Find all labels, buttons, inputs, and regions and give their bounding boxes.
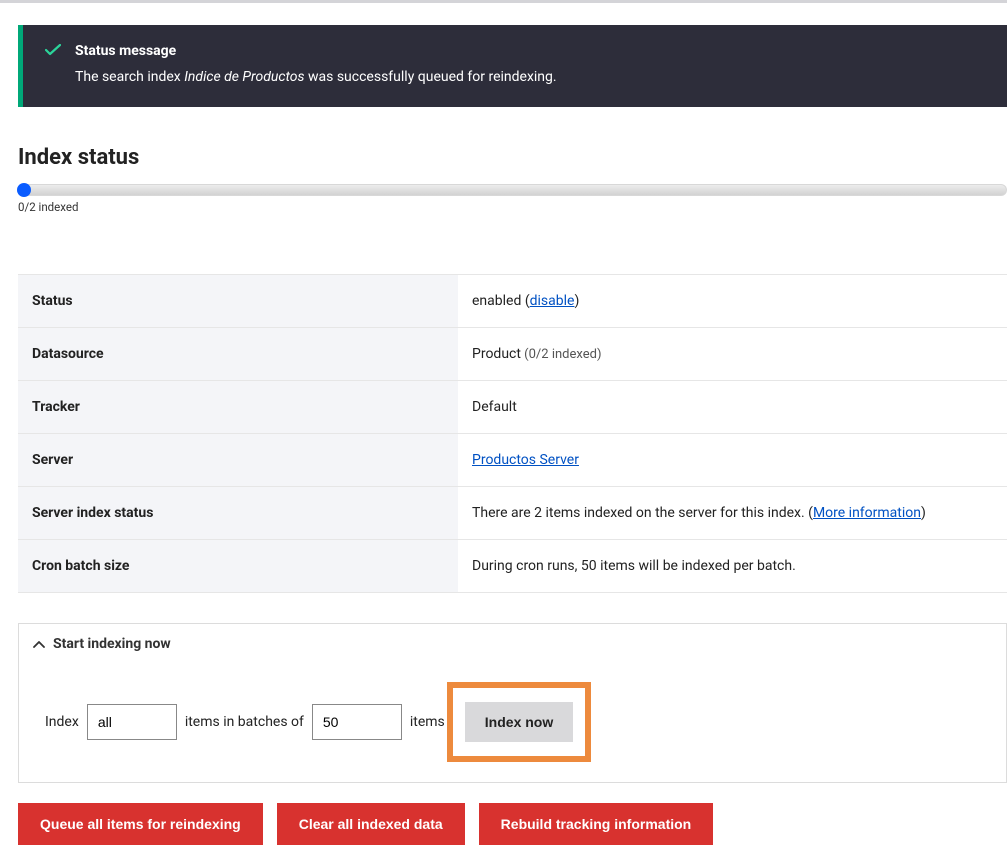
queue-all-button[interactable]: Queue all items for reindexing [18,803,263,845]
datasource-count: (0/2 indexed) [521,347,602,362]
label-batches: items in batches of [185,714,304,730]
table-row: Server Productos Server [18,434,1007,487]
progress-label: 0/2 indexed [18,200,1007,214]
row-label-datasource: Datasource [18,328,458,381]
row-label-status: Status [18,275,458,328]
progress-bar-wrap: 0/2 indexed [18,184,1007,214]
disable-link[interactable]: disable [530,293,575,309]
fieldset-legend-text: Start indexing now [53,636,171,652]
progress-bar [18,184,1007,196]
row-label-tracker: Tracker [18,381,458,434]
start-indexing-fieldset: Start indexing now Index items in batche… [18,623,1007,783]
fieldset-legend[interactable]: Start indexing now [19,624,1006,664]
table-row: Status enabled (disable) [18,275,1007,328]
status-message-title: Status message [75,43,176,59]
server-index-status-suffix: ) [921,505,926,521]
table-row: Cron batch size During cron runs, 50 ite… [18,540,1007,593]
status-message-suffix: was successfully queued for reindexing. [305,69,557,85]
row-value-status: enabled (disable) [458,275,1007,328]
progress-indicator [17,183,31,197]
chevron-up-icon [33,637,45,652]
row-label-cron: Cron batch size [18,540,458,593]
row-value-tracker: Default [458,381,1007,434]
clear-all-button[interactable]: Clear all indexed data [277,803,465,845]
batch-size-input[interactable] [312,704,402,740]
paren-open: ( [521,293,529,309]
status-message-prefix: The search index [75,69,184,85]
paren-close: ) [574,293,579,309]
index-count-input[interactable] [87,704,177,740]
label-items: items [410,714,445,730]
more-information-link[interactable]: More information [813,505,921,521]
action-row: Queue all items for reindexing Clear all… [18,803,1007,845]
row-label-server-index-status: Server index status [18,487,458,540]
index-now-button[interactable]: Index now [465,702,573,742]
row-value-server: Productos Server [458,434,1007,487]
status-enabled-text: enabled [472,293,521,309]
server-link[interactable]: Productos Server [472,452,579,468]
highlight-box: Index now [447,682,591,762]
datasource-value: Product [472,346,521,362]
server-index-status-prefix: There are 2 items indexed on the server … [472,505,813,521]
label-index: Index [45,714,79,730]
status-message-banner: Status message The search index Indice d… [18,25,1007,107]
rebuild-tracking-button[interactable]: Rebuild tracking information [479,803,714,845]
table-row: Tracker Default [18,381,1007,434]
index-row: Index items in batches of items Index no… [19,664,1006,762]
row-value-server-index-status: There are 2 items indexed on the server … [458,487,1007,540]
status-message-body: The search index Indice de Productos was… [75,69,985,85]
table-row: Server index status There are 2 items in… [18,487,1007,540]
row-value-datasource: Product (0/2 indexed) [458,328,1007,381]
row-label-server: Server [18,434,458,487]
section-title: Index status [18,145,1007,170]
status-message-index-name: Indice de Productos [184,69,304,85]
row-value-cron: During cron runs, 50 items will be index… [458,540,1007,593]
check-icon [45,44,61,59]
top-divider [0,0,1007,3]
table-row: Datasource Product (0/2 indexed) [18,328,1007,381]
details-table: Status enabled (disable) Datasource Prod… [18,274,1007,593]
